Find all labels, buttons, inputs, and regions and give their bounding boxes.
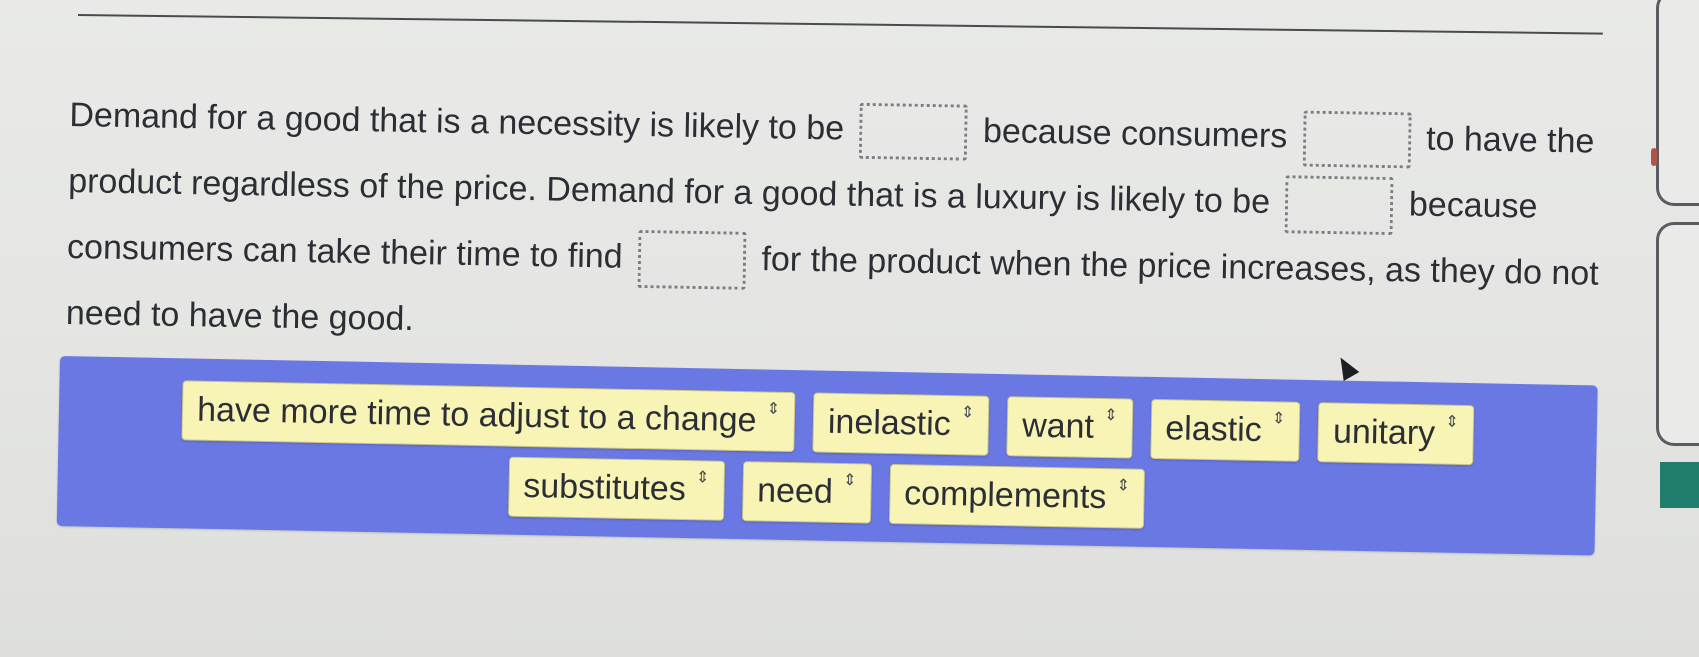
drag-handle-icon: ⇕ [842,472,857,490]
answer-blank-4[interactable] [637,229,747,290]
sentence-fragment: because consumers [982,111,1288,156]
chip-label: substitutes [522,466,687,509]
drag-handle-icon: ⇕ [1445,413,1459,431]
chip-label: want [1021,406,1095,446]
chip-label: unitary [1332,412,1436,453]
word-bank: have more time to adjust to a change ⇕ i… [56,356,1598,556]
drag-handle-icon: ⇕ [1271,410,1286,428]
side-panel-indicator [1651,148,1657,166]
question-text: Demand for a good that is a necessity is… [65,82,1609,373]
chip-label: complements [903,474,1107,517]
answer-blank-3[interactable] [1284,175,1394,236]
drag-handle-icon: ⇕ [1104,407,1118,425]
side-panel-tab[interactable] [1656,0,1699,206]
answer-chip-unitary[interactable]: unitary ⇕ [1317,402,1475,466]
answer-chip-inelastic[interactable]: inelastic ⇕ [812,392,990,456]
answer-blank-1[interactable] [859,102,969,161]
chip-label: inelastic [827,402,952,444]
drag-handle-icon: ⇕ [766,400,781,418]
chip-label: need [756,471,834,511]
answer-chip-complements[interactable]: complements ⇕ [888,463,1146,529]
drag-handle-icon: ⇕ [960,404,975,422]
side-action-button[interactable] [1660,462,1699,508]
screen: Demand for a good that is a necessity is… [0,0,1699,657]
top-divider [77,14,1603,35]
sentence-fragment: Demand for a good that is a luxury is li… [546,170,1271,221]
answer-blank-2[interactable] [1302,110,1412,169]
answer-chip-elastic[interactable]: elastic ⇕ [1149,398,1301,462]
side-panel-tab[interactable] [1656,222,1699,446]
drag-handle-icon: ⇕ [1116,477,1131,495]
sentence-fragment: Demand for a good that is a necessity is… [69,95,845,148]
answer-chip-substitutes[interactable]: substitutes ⇕ [507,456,725,521]
answer-chip-have-more-time[interactable]: have more time to adjust to a change ⇕ [181,380,796,453]
chip-label: have more time to adjust to a change [196,390,757,440]
chip-label: elastic [1164,409,1263,450]
answer-chip-need[interactable]: need ⇕ [741,461,872,524]
answer-chip-want[interactable]: want ⇕ [1006,396,1133,459]
drag-handle-icon: ⇕ [695,469,710,487]
